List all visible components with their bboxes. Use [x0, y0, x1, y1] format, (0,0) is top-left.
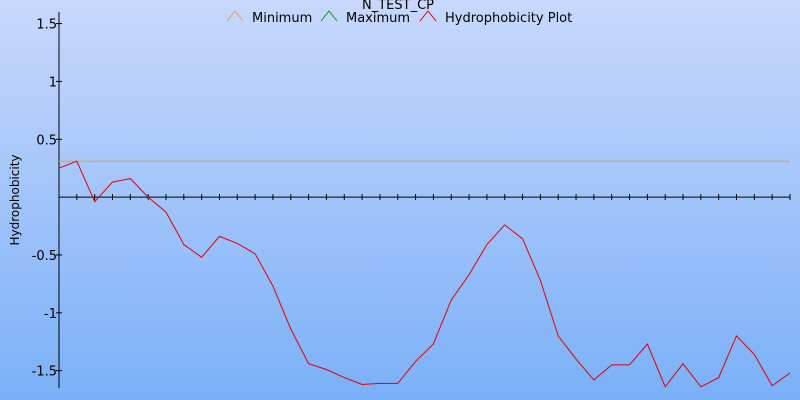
hydrophobicity-chart: N_TEST_CP Hydrophobicity Minimum Maximum H… — [0, 0, 800, 400]
y-tick-label: 1.5 — [36, 18, 57, 33]
y-tick-label: -1 — [44, 307, 57, 322]
chart-background — [0, 0, 800, 400]
y-tick-label: -1.5 — [32, 365, 57, 380]
legend-label: Maximum — [346, 11, 410, 26]
legend-label: Hydrophobicity Plot — [445, 11, 572, 26]
y-tick-label: -0.5 — [32, 249, 57, 264]
y-tick-label: 1 — [49, 75, 57, 90]
legend-label: Minimum — [252, 11, 312, 26]
y-axis-label: Hydrophobicity — [8, 154, 22, 245]
chart-legend: Minimum Maximum Hydrophobicity Plot — [226, 10, 572, 26]
y-tick-label: 0.5 — [36, 133, 57, 148]
chart-container: N_TEST_CP Hydrophobicity Minimum Maximum H… — [0, 0, 800, 400]
